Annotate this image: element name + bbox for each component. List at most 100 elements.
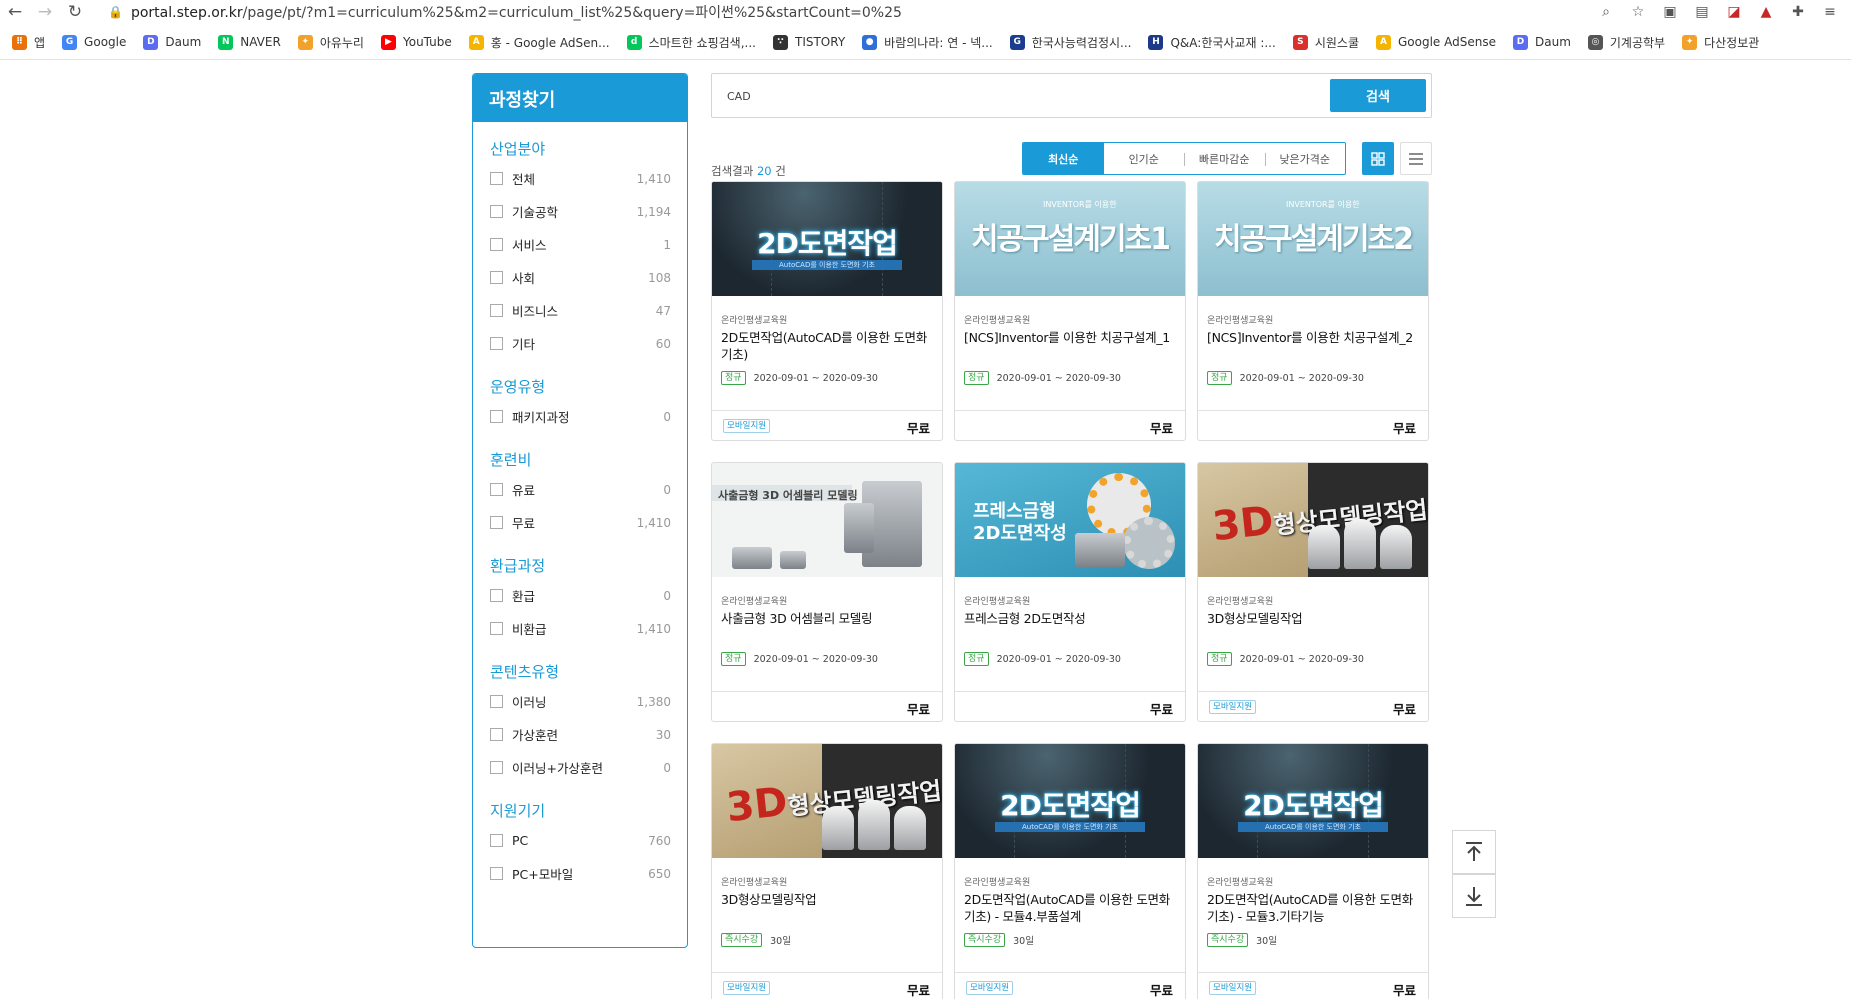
course-title[interactable]: 2D도면작업(AutoCAD를 이용한 도면화 기초) - 모듈4.부품설계	[964, 891, 1176, 927]
course-title[interactable]: [NCS]Inventor를 이용한 치공구설계_1	[964, 329, 1176, 365]
sort-tab[interactable]: 낮은가격순	[1264, 143, 1346, 174]
sort-tab[interactable]: 최신순	[1023, 143, 1104, 174]
filter-option[interactable]: 사회 108	[473, 261, 687, 294]
course-card[interactable]: 3D형상모델링작업 온라인평생교육원 3D형상모델링작업 즉시수강 30일 모바…	[711, 743, 943, 999]
course-title[interactable]: 3D형상모델링작업	[1207, 610, 1419, 646]
checkbox[interactable]	[490, 834, 503, 847]
bookmark-item[interactable]: G Google	[62, 34, 126, 50]
scroll-bottom-button[interactable]	[1452, 874, 1496, 918]
bookmark-item[interactable]: ∵ TISTORY	[772, 34, 845, 50]
course-card[interactable]: 사출금형 3D 어셈블리 모델링 온라인평생교육원 사출금형 3D 어셈블리 모…	[711, 462, 943, 722]
bookmark-item[interactable]: S 시원스쿨	[1292, 34, 1359, 51]
checkbox[interactable]	[490, 761, 503, 774]
checkbox[interactable]	[490, 483, 503, 496]
course-card[interactable]: INVENTOR를 이용한 치공구설계기초2 온라인평생교육원 [NCS]Inv…	[1197, 181, 1429, 441]
puzzle-icon[interactable]: ✚	[1789, 4, 1807, 20]
bookmark-item[interactable]: ✦ 다산정보관	[1682, 34, 1759, 51]
bookmark-item[interactable]: A 홍 - Google AdSen...	[468, 34, 610, 51]
course-card[interactable]: 2D도면작업 AutoCAD를 이용한 도면화 기초 온라인평생교육원 2D도면…	[954, 743, 1186, 999]
bookmark-item[interactable]: ◎ 기계공학부	[1587, 34, 1665, 51]
filter-option[interactable]: 환급 0	[473, 579, 687, 612]
course-title[interactable]: 2D도면작업(AutoCAD를 이용한 도면화 기초) - 모듈3.기타기능	[1207, 891, 1419, 927]
search-input[interactable]	[727, 87, 1327, 105]
star-icon[interactable]: ☆	[1629, 4, 1647, 20]
bookmark-item[interactable]: N NAVER	[218, 34, 281, 50]
checkbox[interactable]	[490, 410, 503, 423]
checkbox[interactable]	[490, 695, 503, 708]
filter-option[interactable]: 비환급 1,410	[473, 612, 687, 645]
course-title[interactable]: 사출금형 3D 어셈블리 모델링	[721, 610, 933, 646]
list-view-button[interactable]	[1400, 142, 1432, 175]
bookmark-item[interactable]: G 한국사능력검정시...	[1009, 34, 1131, 51]
extension-icon[interactable]: ▤	[1693, 4, 1711, 20]
bookmark-item[interactable]: d 스마트한 쇼핑검색,...	[626, 34, 756, 51]
checkbox[interactable]	[490, 337, 503, 350]
course-provider: 온라인평생교육원	[1207, 316, 1274, 326]
extension-icon[interactable]: ◪	[1725, 4, 1743, 20]
course-card[interactable]: 2D도면작업 AutoCAD를 이용한 도면화 기초 온라인평생교육원 2D도면…	[711, 181, 943, 441]
checkbox[interactable]	[490, 304, 503, 317]
bookmark-item[interactable]: ▶ YouTube	[380, 34, 452, 50]
filter-option[interactable]: 패키지과정 0	[473, 400, 687, 433]
grid-view-button[interactable]	[1362, 142, 1394, 175]
course-title[interactable]: 2D도면작업(AutoCAD를 이용한 도면화 기초)	[721, 329, 933, 365]
course-card[interactable]: 2D도면작업 AutoCAD를 이용한 도면화 기초 온라인평생교육원 2D도면…	[1197, 743, 1429, 999]
checkbox[interactable]	[490, 728, 503, 741]
address-bar[interactable]: portal.step.or.kr/page/pt/?m1=curriculum…	[131, 2, 902, 22]
forward-arrow-icon[interactable]: →	[30, 0, 60, 24]
bookmark-item[interactable]: ✦ 아유누리	[297, 34, 364, 51]
filter-option[interactable]: 비즈니스 47	[473, 294, 687, 327]
filter-option[interactable]: 이러닝 1,380	[473, 685, 687, 718]
course-thumbnail[interactable]: 사출금형 3D 어셈블리 모델링	[712, 463, 942, 577]
filter-option[interactable]: 서비스 1	[473, 228, 687, 261]
pdf-extension-icon[interactable]: ▲	[1757, 4, 1775, 20]
bookmark-item[interactable]: A Google AdSense	[1376, 34, 1496, 50]
filter-option[interactable]: 가상훈련 30	[473, 718, 687, 751]
course-thumbnail[interactable]: 3D형상모델링작업	[1198, 463, 1428, 577]
course-thumbnail[interactable]: 2D도면작업 AutoCAD를 이용한 도면화 기초	[712, 182, 942, 296]
back-arrow-icon[interactable]: ←	[0, 0, 30, 24]
extension-icon[interactable]: ▣	[1661, 4, 1679, 20]
filter-option[interactable]: PC+모바일 650	[473, 857, 687, 890]
filter-option-label: 환급	[512, 589, 536, 604]
checkbox[interactable]	[490, 589, 503, 602]
course-card[interactable]: INVENTOR를 이용한 치공구설계기초1 온라인평생교육원 [NCS]Inv…	[954, 181, 1186, 441]
checkbox[interactable]	[490, 516, 503, 529]
zoom-icon[interactable]: ⌕	[1597, 4, 1615, 20]
sort-tab[interactable]: 빠른마감순	[1184, 143, 1265, 174]
search-button[interactable]: 검색	[1330, 79, 1426, 112]
bookmark-item[interactable]: ⠿ 앱	[12, 34, 45, 51]
checkbox[interactable]	[490, 271, 503, 284]
course-thumbnail[interactable]: 2D도면작업 AutoCAD를 이용한 도면화 기초	[1198, 744, 1428, 858]
filter-option[interactable]: 유료 0	[473, 473, 687, 506]
course-thumbnail[interactable]: 2D도면작업 AutoCAD를 이용한 도면화 기초	[955, 744, 1185, 858]
filter-option[interactable]: 기타 60	[473, 327, 687, 360]
bookmark-item[interactable]: D Daum	[143, 34, 201, 50]
course-title[interactable]: [NCS]Inventor를 이용한 치공구설계_2	[1207, 329, 1419, 365]
course-card[interactable]: 프레스금형 2D도면작성 온라인평생교육원 프레스금형 2D도면작성 정규 20…	[954, 462, 1186, 722]
checkbox[interactable]	[490, 238, 503, 251]
checkbox[interactable]	[490, 205, 503, 218]
sort-tab[interactable]: 인기순	[1104, 143, 1185, 174]
course-thumbnail[interactable]: INVENTOR를 이용한 치공구설계기초2	[1198, 182, 1428, 296]
course-card[interactable]: 3D형상모델링작업 온라인평생교육원 3D형상모델링작업 정규 2020-09-…	[1197, 462, 1429, 722]
reload-icon[interactable]: ↻	[60, 0, 90, 24]
course-thumbnail[interactable]: INVENTOR를 이용한 치공구설계기초1	[955, 182, 1185, 296]
checkbox[interactable]	[490, 622, 503, 635]
scroll-top-button[interactable]	[1452, 830, 1496, 874]
filter-option[interactable]: PC 760	[473, 824, 687, 857]
filter-option[interactable]: 기술공학 1,194	[473, 195, 687, 228]
checkbox[interactable]	[490, 172, 503, 185]
course-thumbnail[interactable]: 프레스금형 2D도면작성	[955, 463, 1185, 577]
bookmark-item[interactable]: D Daum	[1513, 34, 1571, 50]
course-title[interactable]: 3D형상모델링작업	[721, 891, 933, 927]
bookmark-item[interactable]: ● 바람의나라: 연 - 넥...	[862, 34, 993, 51]
course-thumbnail[interactable]: 3D형상모델링작업	[712, 744, 942, 858]
filter-option[interactable]: 이러닝+가상훈련 0	[473, 751, 687, 784]
filter-option[interactable]: 전체 1,410	[473, 162, 687, 195]
bookmark-item[interactable]: H Q&A:한국사교재 :...	[1148, 34, 1276, 51]
filter-option[interactable]: 무료 1,410	[473, 506, 687, 539]
menu-icon[interactable]: ≡	[1821, 4, 1839, 20]
checkbox[interactable]	[490, 867, 503, 880]
course-title[interactable]: 프레스금형 2D도면작성	[964, 610, 1176, 646]
